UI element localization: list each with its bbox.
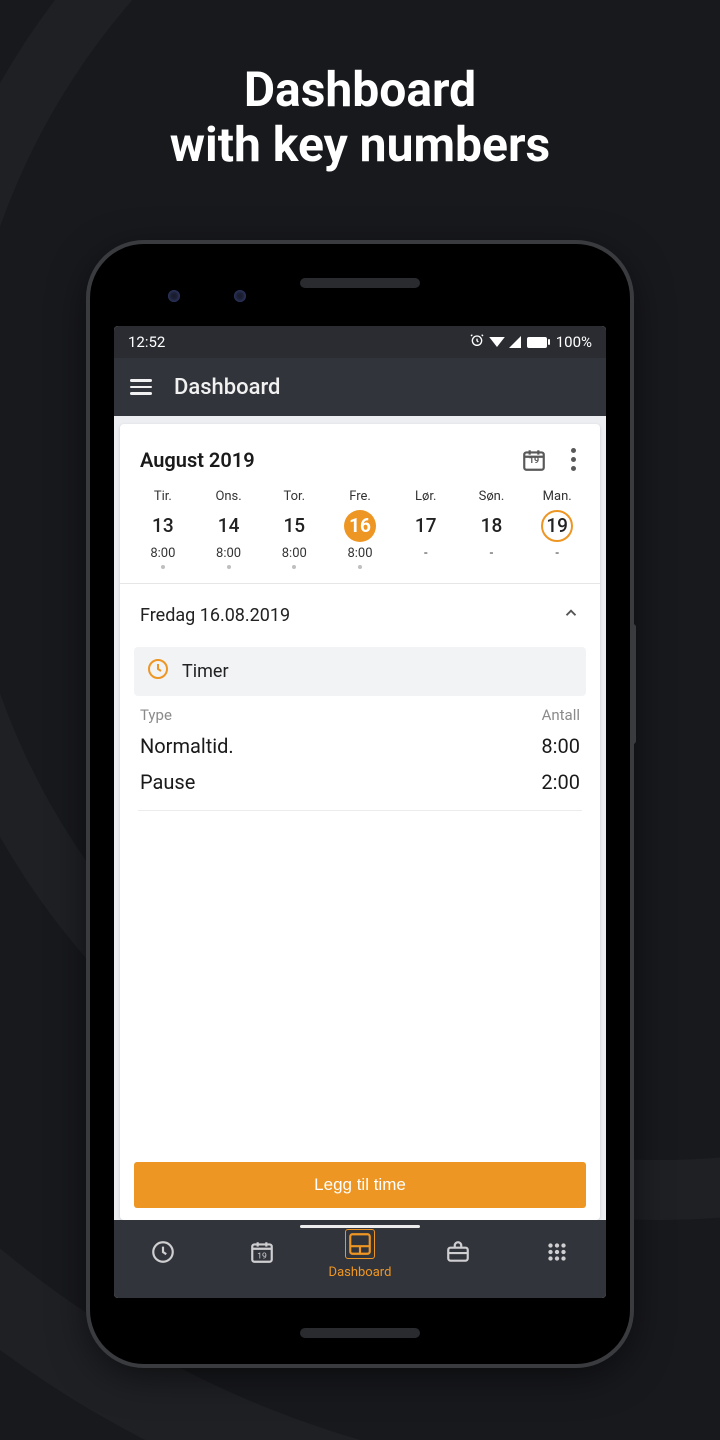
menu-icon[interactable] xyxy=(130,379,152,395)
day-cell[interactable]: Ons. 14 8:00 xyxy=(196,489,262,569)
phone-speaker-bottom xyxy=(300,1328,420,1338)
timer-section-header: Timer xyxy=(134,647,586,696)
clock-icon xyxy=(150,1239,176,1269)
wifi-icon xyxy=(489,337,505,347)
brief-icon xyxy=(445,1239,471,1269)
day-of-week: Tor. xyxy=(261,489,327,504)
day-dot xyxy=(358,565,362,569)
day-of-week: Lør. xyxy=(393,489,459,504)
nav-label: Dashboard xyxy=(329,1265,392,1280)
column-type: Type xyxy=(140,706,172,724)
phone-frame: 12:52 100% Dashboard August 2019 xyxy=(90,244,630,1364)
day-of-week: Man. xyxy=(524,489,590,504)
phone-camera xyxy=(168,290,180,302)
day-number: 13 xyxy=(130,510,196,542)
calendar-today-icon[interactable]: 19 xyxy=(521,447,547,473)
day-cell[interactable]: Lør. 17 - xyxy=(393,489,459,569)
grid-icon xyxy=(544,1239,570,1269)
dash-icon xyxy=(345,1229,375,1263)
more-icon[interactable] xyxy=(567,444,580,475)
home-indicator xyxy=(300,1225,420,1228)
day-of-week: Fre. xyxy=(327,489,393,504)
day-number: 14 xyxy=(196,510,262,542)
phone-side-button xyxy=(630,624,636,744)
calendar-today-badge: 19 xyxy=(521,456,547,466)
day-hours: - xyxy=(459,546,525,561)
selected-date-row[interactable]: Fredag 16.08.2019 xyxy=(120,584,600,647)
day-of-week: Tir. xyxy=(130,489,196,504)
day-number: 15 xyxy=(261,510,327,542)
day-cell[interactable]: Tor. 15 8:00 xyxy=(261,489,327,569)
timer-row: Pause 2:00 xyxy=(134,764,586,800)
day-hours: - xyxy=(393,546,459,561)
day-cell[interactable]: Søn. 18 - xyxy=(459,489,525,569)
day-dot xyxy=(292,565,296,569)
day-number: 18 xyxy=(459,510,525,542)
nav-item-clock[interactable] xyxy=(114,1239,212,1269)
alarm-icon xyxy=(469,332,485,352)
promo-title: Dashboard with key numbers xyxy=(0,0,720,172)
timer-row: Normaltid. 8:00 xyxy=(134,728,586,764)
appbar-title: Dashboard xyxy=(174,375,280,400)
phone-camera xyxy=(234,290,246,302)
signal-icon xyxy=(509,336,521,348)
bottom-nav: 19 Dashboard xyxy=(114,1220,606,1298)
timer-type: Normaltid. xyxy=(140,734,234,758)
day-cell[interactable]: Fre. 16 8:00 xyxy=(327,489,393,569)
day-cell[interactable]: Man. 19 - xyxy=(524,489,590,569)
day-number: 19 xyxy=(524,510,590,542)
timer-heading: Timer xyxy=(182,661,229,682)
day-dot xyxy=(161,565,165,569)
day-number: 16 xyxy=(327,510,393,542)
status-bar: 12:52 100% xyxy=(114,326,606,358)
promo-line1: Dashboard xyxy=(244,61,476,118)
day-hours: 8:00 xyxy=(196,546,262,561)
add-hour-button[interactable]: Legg til time xyxy=(134,1162,586,1208)
promo-line2: with key numbers xyxy=(170,116,550,173)
app-bar: Dashboard xyxy=(114,358,606,416)
phone-screen: 12:52 100% Dashboard August 2019 xyxy=(114,326,606,1298)
day-hours: 8:00 xyxy=(261,546,327,561)
phone-speaker-top xyxy=(300,278,420,288)
day-cell[interactable]: Tir. 13 8:00 xyxy=(130,489,196,569)
svg-text:19: 19 xyxy=(257,1252,267,1262)
nav-item-dash[interactable]: Dashboard xyxy=(311,1229,409,1280)
month-label: August 2019 xyxy=(140,448,255,472)
day-number: 17 xyxy=(393,510,459,542)
day-of-week: Ons. xyxy=(196,489,262,504)
calendar-icon: 19 xyxy=(249,1239,275,1269)
day-of-week: Søn. xyxy=(459,489,525,504)
timer-count: 2:00 xyxy=(541,770,580,794)
day-hours: - xyxy=(524,546,590,561)
day-hours: 8:00 xyxy=(327,546,393,561)
dashboard-card: August 2019 19 Tir. 13 8:00 Ons. 14 xyxy=(120,424,600,1220)
day-hours: 8:00 xyxy=(130,546,196,561)
selected-date-label: Fredag 16.08.2019 xyxy=(140,605,290,626)
nav-item-brief[interactable] xyxy=(409,1239,507,1269)
battery-percent: 100% xyxy=(556,333,592,351)
day-dot xyxy=(227,565,231,569)
clock-icon xyxy=(146,657,170,686)
status-time: 12:52 xyxy=(128,333,165,351)
chevron-up-icon xyxy=(562,604,580,627)
timer-count: 8:00 xyxy=(541,734,580,758)
week-strip: Tir. 13 8:00 Ons. 14 8:00 Tor. 15 8:00 F… xyxy=(120,485,600,584)
column-count: Antall xyxy=(542,706,580,724)
nav-item-calendar[interactable]: 19 xyxy=(212,1239,310,1269)
timer-type: Pause xyxy=(140,770,195,794)
nav-item-grid[interactable] xyxy=(508,1239,606,1269)
battery-icon xyxy=(527,337,550,348)
